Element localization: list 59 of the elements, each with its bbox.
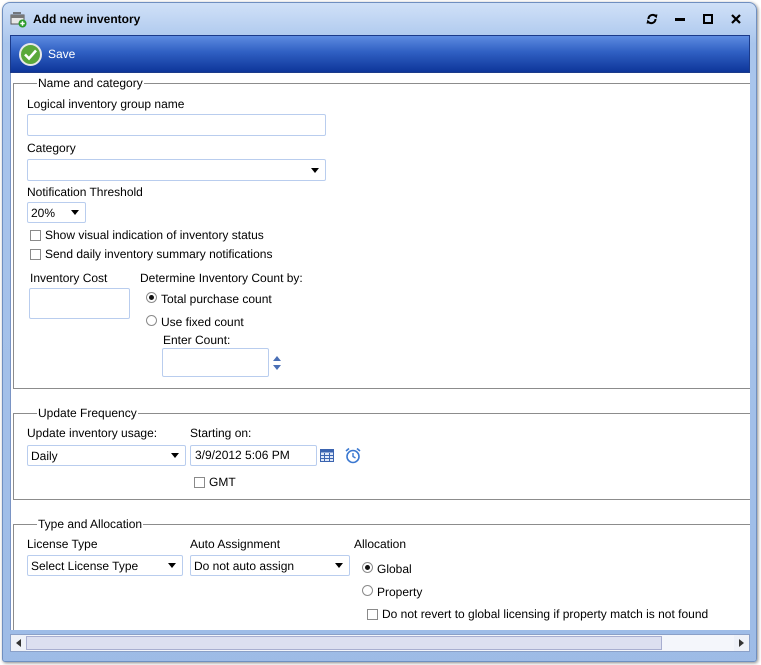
radio-label: Use fixed count [161,315,244,329]
auto-assign-dropdown[interactable]: Do not auto assign [190,555,350,576]
checkbox[interactable] [30,230,41,240]
section-legend: Name and category [37,76,144,90]
field-label: Category [27,141,77,155]
frequency-dropdown[interactable]: Daily [27,445,186,466]
checkbox-label: Do not revert to global licensing if property match is not found [382,607,708,621]
field-label: Starting on: [190,426,252,440]
window-add-icon [10,10,27,28]
checkbox[interactable] [30,248,41,260]
field-label: Auto Assignment [190,537,282,551]
caret-icon [311,168,319,172]
radio-label: Property [377,585,422,599]
text-field[interactable] [27,114,326,136]
checkbox-label: Show visual indication of inventory status [45,228,264,242]
field-label: License Type [27,537,98,551]
spinner-icon[interactable] [273,356,281,370]
date-field[interactable]: 3/9/2012 5:06 PM [190,445,317,466]
window-title: Add new inventory [33,12,140,26]
radio-button[interactable] [362,562,373,572]
right-arrow-icon [739,639,744,647]
scroll-right-button[interactable] [734,635,749,651]
scroll-left-button[interactable] [11,635,26,651]
checkmark-icon [19,42,42,66]
field-label: Update inventory usage: [27,426,158,440]
alarm-clock-icon[interactable] [345,447,361,464]
field-label: Determine Inventory Count by: [140,271,303,285]
section-legend: Type and Allocation [37,517,144,531]
checkbox-label: Send daily inventory summary notifications [45,247,272,261]
caret-icon [171,453,179,458]
radio-label: Global [377,562,412,576]
field-label: Enter Count: [163,333,232,347]
caret-icon [335,563,343,568]
checkbox-label: GMT [209,475,236,489]
field-label: Inventory Cost [30,271,108,285]
left-arrow-icon [16,639,21,647]
radio-button[interactable] [362,584,373,596]
radio-button[interactable] [146,314,157,326]
maximize-icon[interactable] [702,13,714,25]
checkbox[interactable] [367,608,378,620]
license-type-dropdown[interactable]: Select License Type [27,555,183,576]
caret-icon [168,563,176,568]
text-field[interactable] [29,288,130,319]
number-field[interactable] [162,348,269,377]
scrollbar-thumb[interactable] [26,636,662,650]
field-label: Allocation [354,537,408,551]
section-legend: Update Frequency [37,406,138,420]
refresh-icon[interactable] [646,13,658,25]
threshold-dropdown[interactable]: 20% [27,202,86,223]
save-button[interactable]: Save [19,41,76,67]
caret-icon [71,210,79,215]
field-label: Notification Threshold [27,185,144,199]
calendar-icon[interactable] [320,449,334,462]
checkbox[interactable] [194,476,205,488]
radio-label: Total purchase count [161,292,272,306]
horizontal-scrollbar[interactable] [10,634,750,652]
field-label: Logical inventory group name [27,97,186,111]
close-icon[interactable] [730,13,742,25]
radio-button[interactable] [146,292,157,302]
